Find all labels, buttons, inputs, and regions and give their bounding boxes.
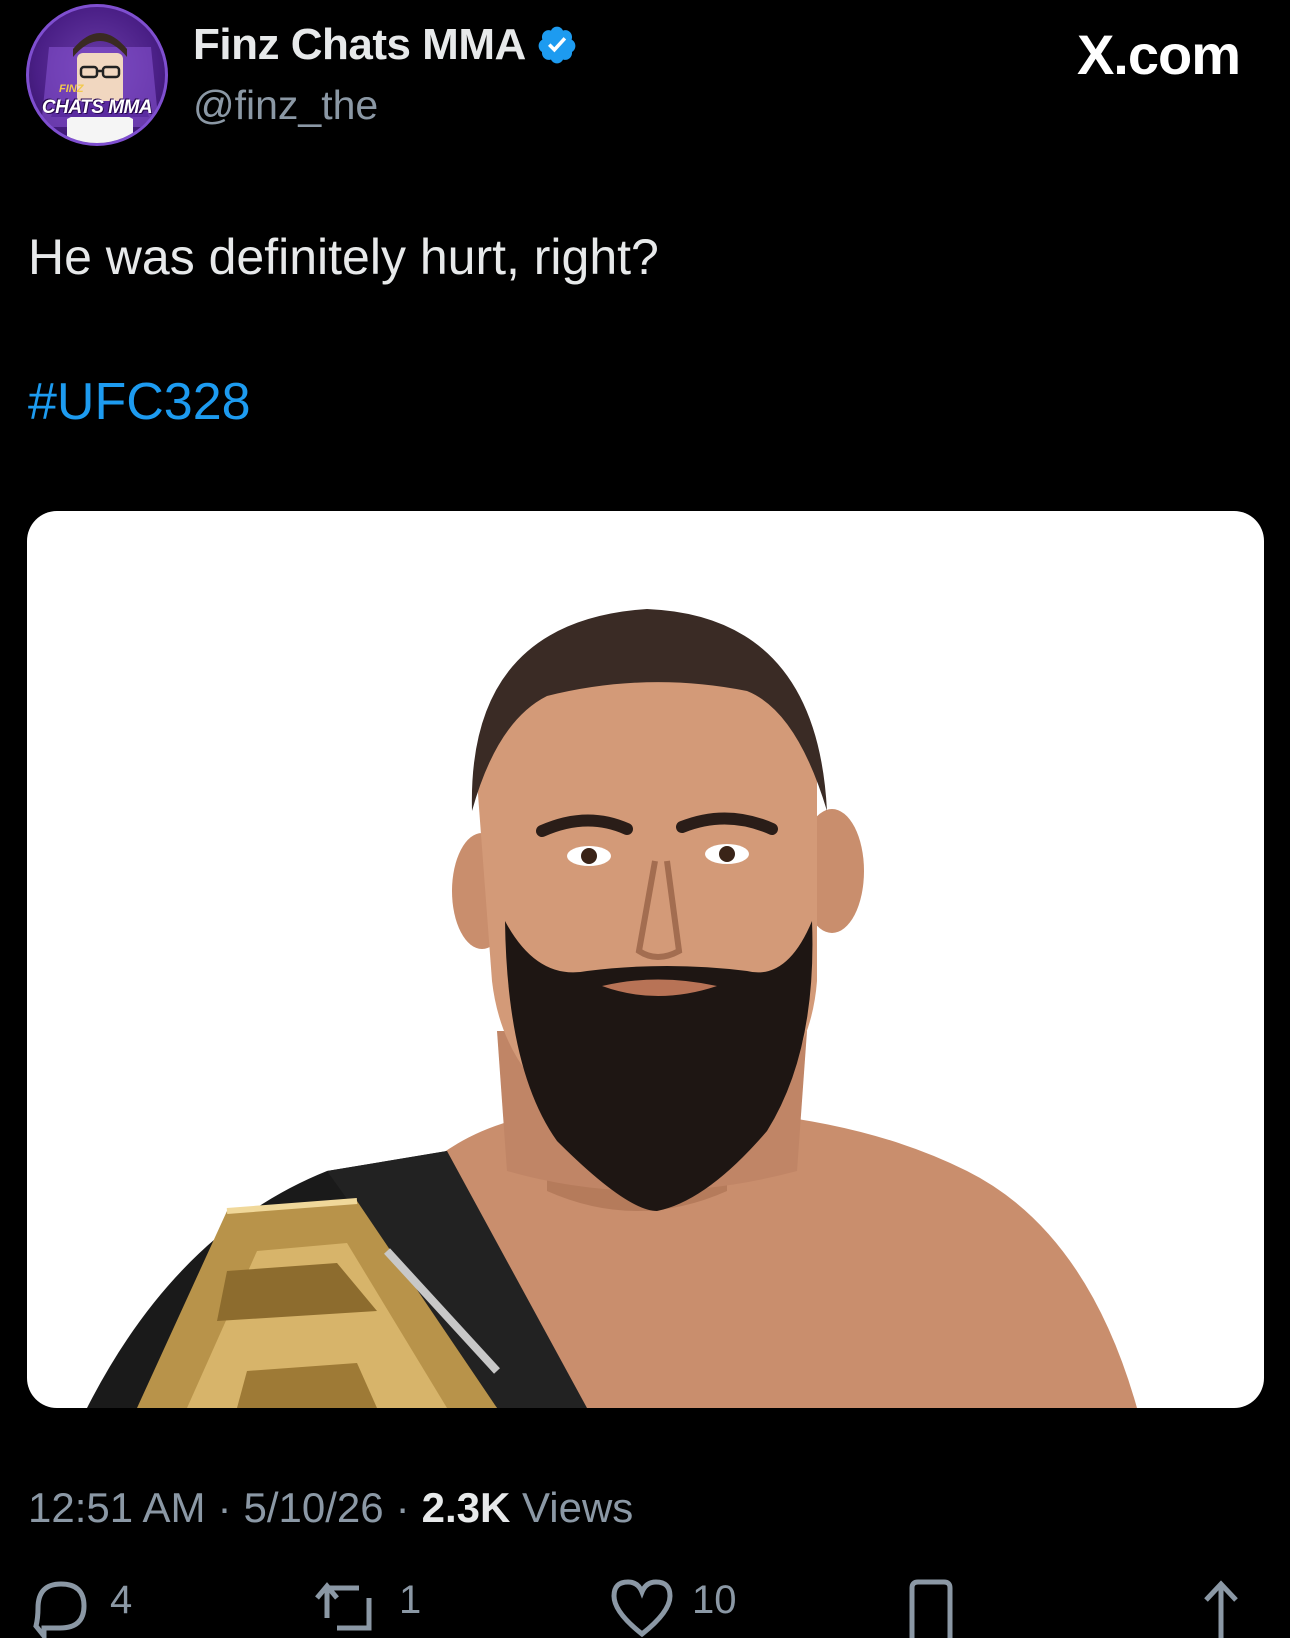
reply-button[interactable]: 4 — [30, 1578, 132, 1638]
repost-button[interactable]: 1 — [315, 1578, 421, 1638]
tweet-date[interactable]: 5/10/26 — [243, 1484, 383, 1532]
heart-icon — [611, 1579, 673, 1638]
bookmark-icon — [909, 1579, 953, 1638]
verified-badge-icon — [538, 26, 576, 64]
avatar-illustration — [41, 33, 159, 143]
reply-count: 4 — [110, 1578, 133, 1622]
tweet-meta: 12:51 AM · 5/10/26 · 2.3K Views — [28, 1484, 633, 1532]
display-name[interactable]: Finz Chats MMA — [193, 20, 526, 70]
site-logo: X.com — [1076, 23, 1241, 86]
views-count: 2.3K — [421, 1484, 511, 1531]
avatar-small-label: FINZ — [59, 83, 84, 95]
display-name-row[interactable]: Finz Chats MMA — [193, 20, 578, 70]
reply-icon — [33, 1581, 87, 1638]
profile-avatar[interactable]: FINZ CHATS MMA — [26, 4, 168, 146]
share-button[interactable] — [1196, 1578, 1246, 1638]
action-bar: 4 1 10 — [0, 1578, 1290, 1638]
bookmark-button[interactable] — [906, 1578, 956, 1638]
tweet-media-image[interactable] — [27, 511, 1264, 1408]
like-count: 10 — [692, 1578, 737, 1622]
tweet-text: He was definitely hurt, right? — [28, 229, 659, 285]
meta-separator: · — [217, 1484, 232, 1531]
like-button[interactable]: 10 — [610, 1578, 737, 1638]
views-label: Views — [522, 1484, 634, 1531]
repost-icon — [315, 1582, 372, 1631]
share-icon — [1204, 1580, 1238, 1638]
fighter-photo-illustration — [87, 609, 1137, 1408]
hashtag-link[interactable]: #UFC328 — [28, 372, 251, 432]
repost-count: 1 — [399, 1578, 422, 1622]
tweet-time[interactable]: 12:51 AM — [28, 1484, 205, 1532]
avatar-label: CHATS MMA — [41, 97, 153, 118]
meta-separator: · — [395, 1484, 410, 1531]
user-handle[interactable]: @finz_the — [193, 82, 378, 129]
